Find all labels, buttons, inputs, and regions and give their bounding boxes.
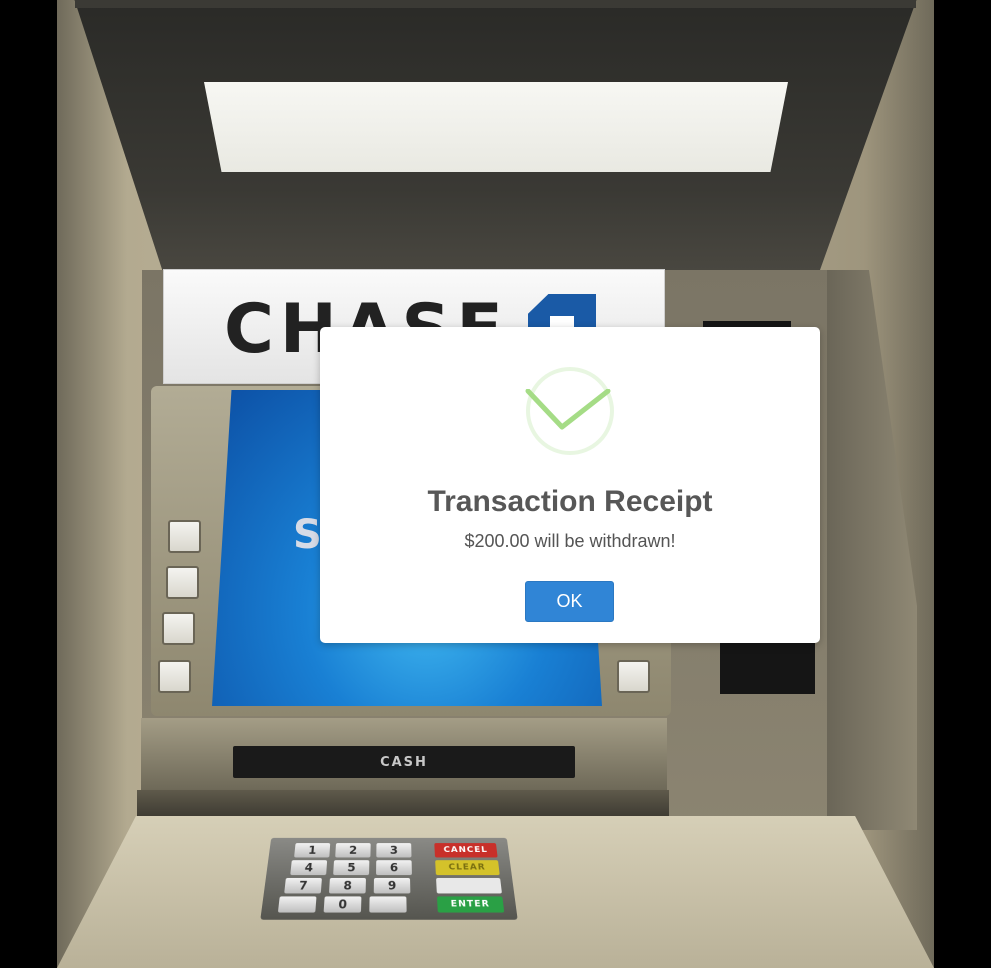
ok-button[interactable]: OK <box>525 581 614 622</box>
transaction-receipt-dialog: Transaction Receipt $200.00 will be with… <box>320 327 820 643</box>
dialog-message: $200.00 will be withdrawn! <box>464 531 676 551</box>
success-check-icon <box>525 389 611 430</box>
dialog-title: Transaction Receipt <box>427 485 713 518</box>
